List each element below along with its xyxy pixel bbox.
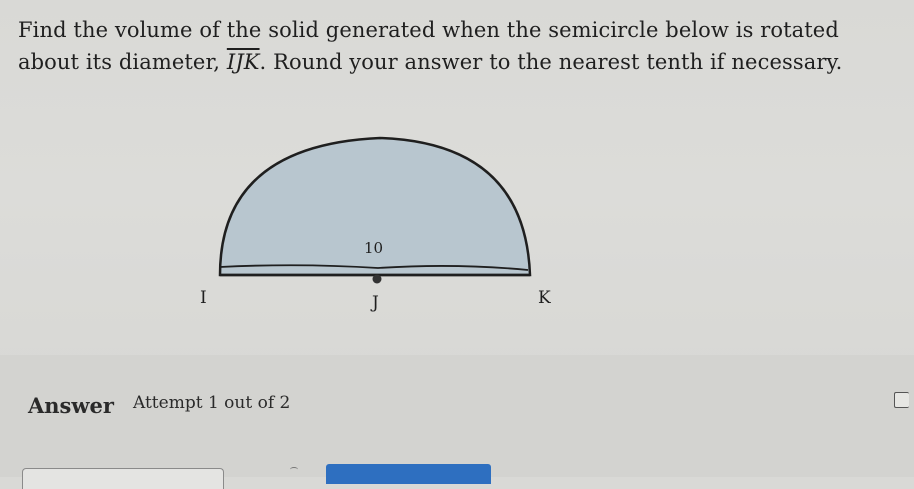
point-label-k: K <box>538 288 551 308</box>
point-label-j: J <box>370 293 379 313</box>
answer-input[interactable] <box>22 468 224 489</box>
question-text: Find the volume of the solid generated w… <box>18 14 898 78</box>
semicircle-figure: 10 I J K <box>180 125 580 325</box>
calculator-icon[interactable] <box>894 392 909 408</box>
answer-section: Answer Attempt 1 out of 2 <box>0 355 914 489</box>
question-text-after: . Round your answer to the nearest tenth… <box>259 50 843 74</box>
attempt-counter: Attempt 1 out of 2 <box>133 393 291 413</box>
chevron-icon <box>290 467 298 472</box>
diameter-name: IJK <box>226 50 260 74</box>
answer-label: Answer <box>28 393 114 418</box>
radius-label: 10 <box>364 239 383 257</box>
semicircle-diagram: 10 I J K <box>200 136 551 313</box>
center-point-j <box>372 274 382 284</box>
submit-button[interactable] <box>326 464 491 484</box>
point-label-i: I <box>200 288 207 308</box>
